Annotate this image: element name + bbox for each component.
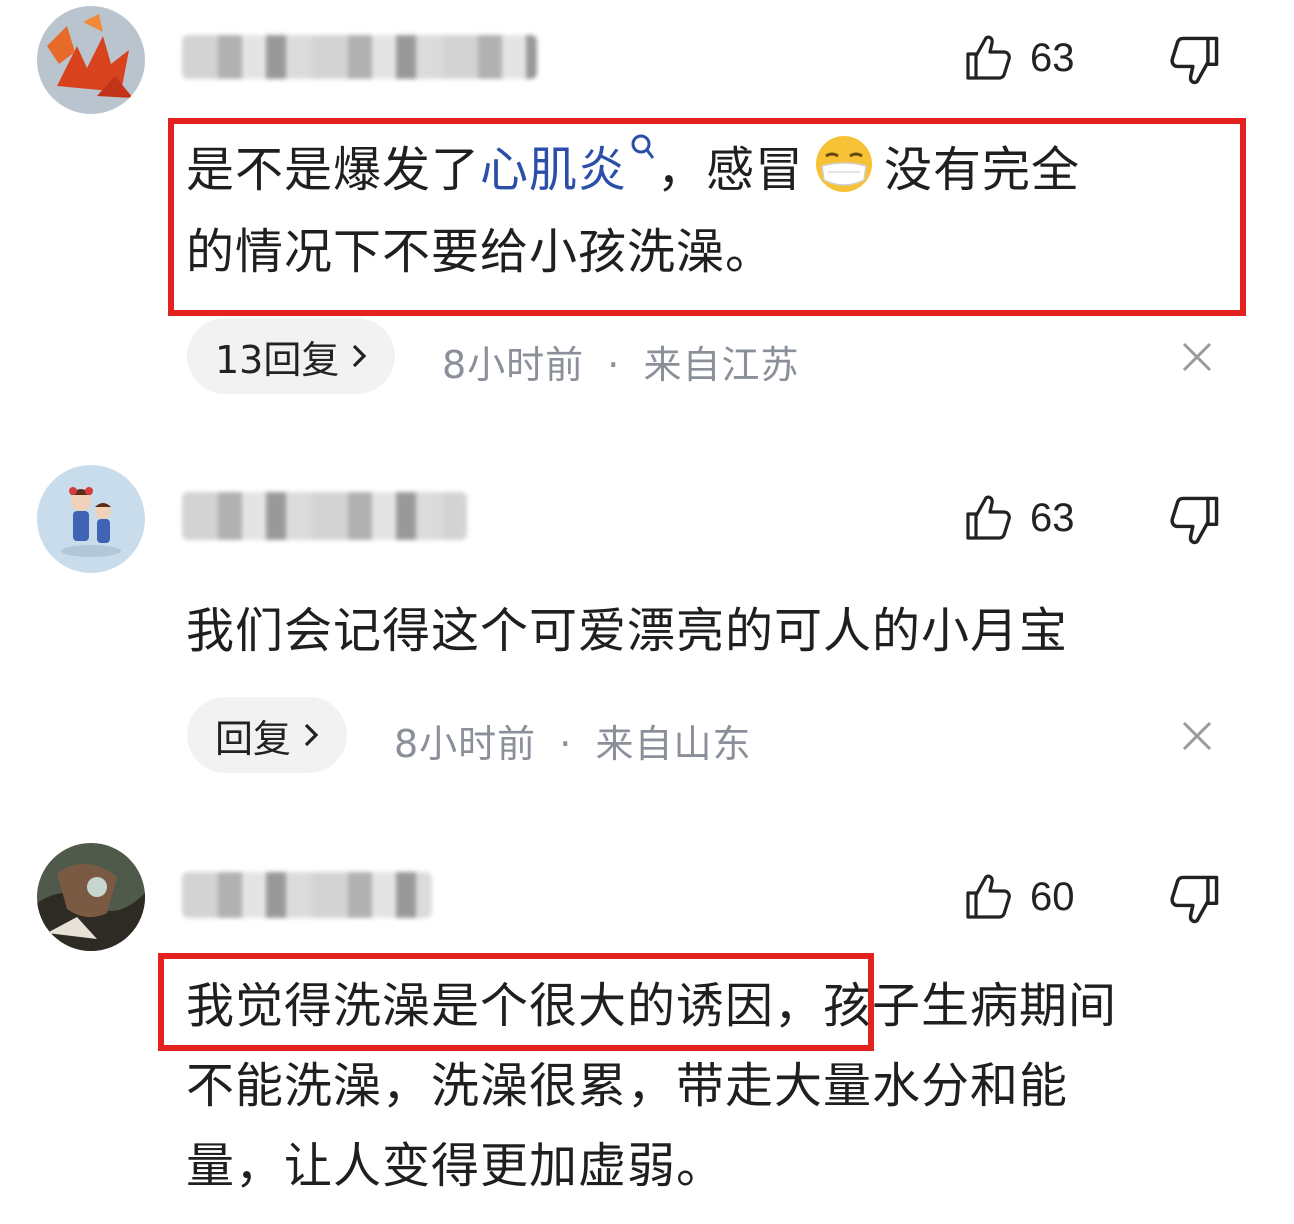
- thumbs-up-icon: [966, 35, 1011, 80]
- thumbs-down-icon: [1170, 496, 1219, 545]
- like-count: 63: [1030, 495, 1075, 540]
- dislike-button[interactable]: [1167, 32, 1223, 88]
- location: 来自山东: [595, 722, 752, 766]
- close-icon: [1182, 721, 1212, 751]
- like-button[interactable]: 60: [962, 869, 1092, 925]
- avatar[interactable]: [37, 465, 145, 573]
- comment-text-part: 不能洗澡，洗澡很累，带走大量水分和能: [186, 1058, 1069, 1114]
- keyword-link[interactable]: 心肌炎: [480, 134, 657, 198]
- timestamp: 8小时前: [394, 722, 537, 766]
- username-blurred[interactable]: [182, 492, 467, 540]
- thumbs-down-icon: [1170, 36, 1219, 85]
- thumbs-up-icon: [966, 495, 1011, 540]
- avatar[interactable]: [37, 6, 145, 114]
- reply-label: 13回复: [215, 337, 340, 382]
- like-button[interactable]: 63: [962, 490, 1092, 546]
- location: 来自江苏: [643, 343, 800, 387]
- comment-text-part: ，感冒: [657, 142, 805, 198]
- dismiss-button[interactable]: [1176, 336, 1218, 378]
- like-count: 63: [1030, 35, 1075, 80]
- username-blurred[interactable]: [182, 872, 432, 918]
- comment-text: 我们会记得这个可爱漂亮的可人的小月宝: [186, 603, 1069, 659]
- comment-text: 我觉得洗澡是个很大的诱因，孩子生病期间 不能洗澡，洗澡很累，带走大量水分和能 量…: [186, 966, 1117, 1206]
- comment-text-part: ，孩子生病期间: [774, 978, 1118, 1034]
- comment-text-part: 是不是爆发了: [186, 142, 481, 198]
- reply-button[interactable]: 13回复: [187, 318, 396, 394]
- chevron-right-icon: [304, 723, 319, 747]
- comment-text-part: 量，让人变得更加虚弱。: [186, 1138, 726, 1194]
- avatar[interactable]: [37, 843, 145, 951]
- timestamp: 8小时前: [442, 343, 585, 387]
- close-icon: [1182, 342, 1212, 372]
- thumbs-up-icon: [966, 874, 1011, 919]
- comment-meta: 8小时前 · 来自江苏: [442, 334, 799, 389]
- chevron-right-icon: [353, 344, 367, 368]
- search-icon: [631, 134, 655, 159]
- comment-meta: 8小时前 · 来自山东: [394, 713, 751, 768]
- separator: ·: [559, 722, 573, 766]
- reply-label: 回复: [215, 716, 292, 761]
- comment-text-part: 没有完全: [884, 142, 1081, 198]
- reply-button[interactable]: 回复: [187, 697, 348, 773]
- comment-text: 是不是爆发了心肌炎 ，感冒 没有完全 的情况下不要给小孩洗澡。: [186, 129, 1080, 293]
- separator: ·: [607, 343, 621, 387]
- dismiss-button[interactable]: [1176, 715, 1218, 757]
- like-count: 60: [1030, 874, 1075, 919]
- dislike-button[interactable]: [1167, 492, 1223, 548]
- comment-text-part: 我觉得洗澡是个很大的诱因: [186, 978, 775, 1034]
- like-button[interactable]: 63: [962, 30, 1092, 86]
- comment-text-part: 的情况下不要给小孩洗澡。: [186, 224, 775, 280]
- username-blurred[interactable]: [182, 35, 537, 79]
- dislike-button[interactable]: [1167, 871, 1223, 927]
- thumbs-down-icon: [1170, 875, 1219, 924]
- mask-face-emoji: [816, 136, 873, 192]
